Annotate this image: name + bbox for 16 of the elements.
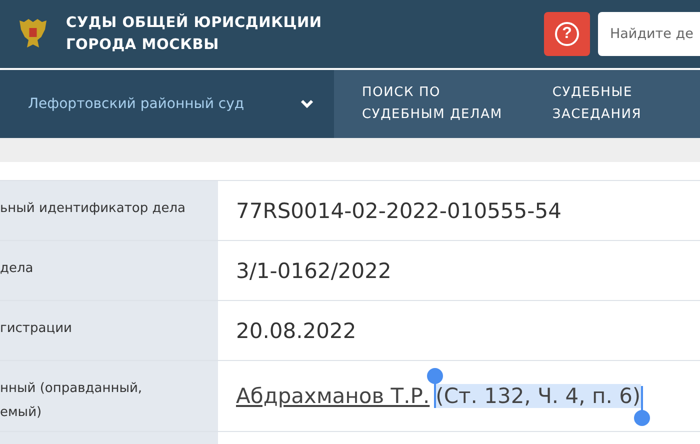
field-label: ьный идентификатор дела [0, 181, 218, 240]
court-dropdown[interactable]: Лефортовский районный суд [0, 70, 334, 138]
person-link[interactable]: Абдрахманов Т.Р. [236, 384, 430, 408]
chevron-down-icon [300, 99, 314, 109]
site-title: ГОРОДА МОСКВЫ [66, 36, 220, 55]
field-value: 3/1-0162/2022 [236, 258, 392, 282]
field-label: нный (оправданный, емый) [0, 361, 218, 431]
field-label: дела [0, 241, 218, 300]
field-label: гистрации [0, 301, 218, 360]
nav-link[interactable]: СУДЕБНЫЕ ЗАСЕДАНИЯ [552, 82, 642, 126]
search-field[interactable]: Найдите де [598, 12, 700, 56]
nav-link[interactable]: ПОИСК ПО СУДЕБНЫМ ДЕЛАМ [362, 82, 502, 126]
field-value: 20.08.2022 [236, 318, 356, 342]
help-button[interactable]: ? [544, 12, 590, 56]
site-title: СУДЫ ОБЩЕЙ ЮРИСДИКЦИИ [66, 12, 322, 33]
field-value: 77RS0014-02-2022-010555-54 [236, 198, 562, 222]
